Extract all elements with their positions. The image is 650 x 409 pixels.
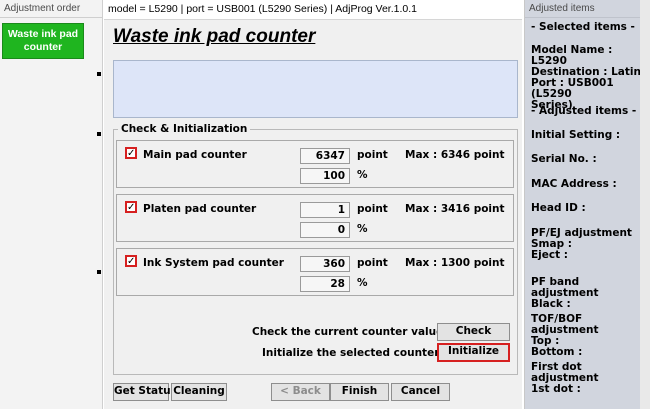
tof-bof-adjustment-item: TOF/BOF adjustment Top : Bottom : — [531, 313, 599, 358]
divider — [0, 17, 103, 18]
mac-address-item: MAC Address : — [531, 178, 617, 190]
platen-pad-unit: point — [357, 203, 388, 215]
pf-ej-adjustment-item: PF/EJ adjustment Smap : Eject : — [531, 227, 632, 261]
group-title: Check & Initialization — [118, 123, 251, 135]
main-pad-value: 6347 — [300, 148, 350, 164]
ink-system-pad-counter-row: ✓ Ink System pad counter 360 point Max :… — [116, 248, 514, 296]
ink-system-pad-value: 360 — [300, 256, 350, 272]
cleaning-button[interactable]: Cleaning — [171, 383, 227, 401]
check-hint: Check the current counter value. --> — [252, 326, 469, 338]
main-pad-unit: point — [357, 149, 388, 161]
adjustment-order-panel: Adjustment order Waste ink pad counter — [0, 0, 103, 409]
main-pad-checkbox[interactable]: ✓ — [125, 147, 137, 159]
get-status-button[interactable]: Get Status — [113, 383, 177, 401]
initialize-button[interactable]: Initialize — [437, 343, 510, 362]
ink-system-pad-percent: 28 — [300, 276, 350, 292]
initial-setting-item: Initial Setting : — [531, 129, 621, 141]
platen-pad-checkbox[interactable]: ✓ — [125, 201, 137, 213]
main-pad-label: Main pad counter — [143, 149, 247, 161]
platen-pad-counter-row: ✓ Platen pad counter 1 point Max : 3416 … — [116, 194, 514, 242]
platen-pad-percent: 0 — [300, 222, 350, 238]
back-button[interactable]: < Back — [271, 383, 330, 401]
finish-button[interactable]: Finish — [330, 383, 389, 401]
ink-system-pad-unit: point — [357, 257, 388, 269]
check-button[interactable]: Check — [437, 323, 510, 341]
marker — [97, 72, 101, 76]
divider — [525, 17, 650, 18]
first-dot-adjustment-item: First dot adjustment 1st dot : — [531, 361, 599, 395]
platen-pad-percent-unit: % — [357, 223, 368, 235]
serial-no-item: Serial No. : — [531, 153, 597, 165]
ink-system-pad-label: Ink System pad counter — [143, 257, 284, 269]
adjusted-items-panel: Adjusted items - Selected items - Model … — [524, 0, 650, 409]
message-area — [113, 60, 518, 118]
adjustment-order-title: Adjustment order — [4, 3, 81, 14]
selected-items-header: - Selected items - — [531, 21, 635, 33]
waste-ink-pad-counter-item[interactable]: Waste ink pad counter — [2, 23, 84, 59]
main-pad-percent: 100 — [300, 168, 350, 184]
adjusted-items-title: Adjusted items — [529, 3, 595, 14]
platen-pad-label: Platen pad counter — [143, 203, 257, 215]
marker — [97, 270, 101, 274]
page-title: Waste ink pad counter — [113, 26, 316, 47]
platen-pad-max: Max : 3416 point — [405, 203, 505, 215]
marker — [97, 132, 101, 136]
cancel-button[interactable]: Cancel — [391, 383, 450, 401]
main-dialog: model = L5290 | port = USB001 (L5290 Ser… — [104, 0, 522, 409]
vertical-scrollbar[interactable] — [640, 0, 650, 409]
pf-band-adjustment-item: PF band adjustment Black : — [531, 276, 599, 310]
ink-system-pad-percent-unit: % — [357, 277, 368, 289]
main-pad-max: Max : 6346 point — [405, 149, 505, 161]
ink-system-pad-checkbox[interactable]: ✓ — [125, 255, 137, 267]
main-pad-counter-row: ✓ Main pad counter 6347 point Max : 6346… — [116, 140, 514, 188]
ink-system-pad-max: Max : 1300 point — [405, 257, 505, 269]
window-title: model = L5290 | port = USB001 (L5290 Ser… — [104, 0, 522, 20]
adjusted-items-header: - Adjusted items - — [531, 105, 637, 117]
selected-items-details: Model Name : L5290 Destination : Latin P… — [531, 44, 641, 111]
main-pad-percent-unit: % — [357, 169, 368, 181]
head-id-item: Head ID : — [531, 202, 586, 214]
platen-pad-value: 1 — [300, 202, 350, 218]
